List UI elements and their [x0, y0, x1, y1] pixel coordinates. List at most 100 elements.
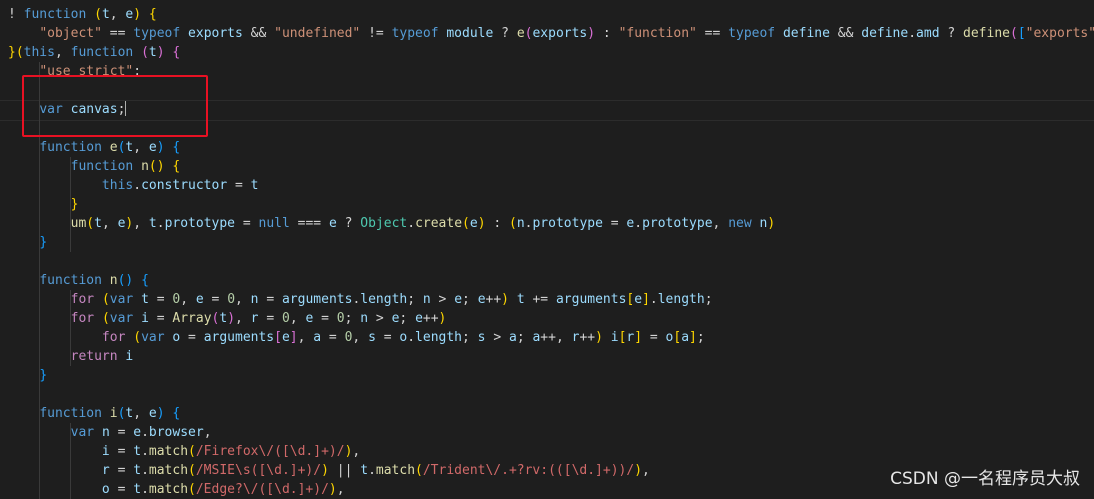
code-line[interactable]: } [0, 195, 79, 214]
code-line[interactable]: } [0, 366, 47, 385]
code-line[interactable]: um(t, e), t.prototype = null === e ? Obj… [0, 214, 776, 233]
code-token: == [101, 26, 134, 41]
code-token: for [70, 292, 95, 307]
code-token: n [360, 311, 369, 326]
code-token: t [250, 178, 259, 193]
code-token: var [109, 311, 134, 326]
code-token: t [148, 216, 157, 231]
code-token: ] [642, 292, 650, 307]
code-token: ) [501, 292, 509, 307]
code-token: . [368, 463, 376, 478]
code-token: ++, [540, 330, 572, 345]
code-line[interactable]: ! function (t, e) { [0, 5, 157, 24]
code-line[interactable]: return i [0, 347, 134, 366]
code-token: arguments [203, 330, 275, 345]
code-token: || [328, 463, 361, 478]
code-token: = [148, 311, 173, 326]
code-token: ++ [422, 311, 439, 326]
code-token: . [141, 425, 149, 440]
code-line[interactable]: } [0, 233, 47, 252]
code-token: ? [493, 26, 517, 41]
code-token: 0 [281, 311, 290, 326]
code-token: ) [156, 45, 165, 60]
code-token: = [642, 330, 666, 345]
code-token: . [407, 216, 416, 231]
code-token: return [70, 349, 118, 364]
code-line[interactable]: function n() { [0, 157, 181, 176]
code-line[interactable]: function e(t, e) { [0, 138, 180, 157]
code-token: t [148, 45, 157, 60]
code-token: === [289, 216, 329, 231]
code-editor[interactable]: ! function (t, e) { "object" == typeof e… [0, 0, 1094, 499]
code-token: function [70, 45, 134, 60]
code-token: += [524, 292, 556, 307]
code-line[interactable]: function n() { [0, 271, 149, 290]
code-token: [ [1017, 26, 1026, 41]
code-token: ++ [579, 330, 596, 345]
code-line[interactable]: }(this, function (t) { [0, 43, 180, 62]
code-token: != [360, 26, 392, 41]
code-token: a [681, 330, 690, 345]
code-token: { [172, 406, 181, 421]
code-line[interactable]: for (var o = arguments[e], a = 0, s = o.… [0, 328, 705, 347]
code-line[interactable]: function i(t, e) { [0, 404, 180, 423]
code-token: ( [1009, 26, 1018, 41]
code-line[interactable] [0, 385, 8, 404]
code-token: . [133, 178, 142, 193]
code-token: s [368, 330, 376, 345]
code-token: { [148, 7, 157, 22]
code-token: null [258, 216, 290, 231]
code-token: = [602, 216, 627, 231]
code-token: match [148, 444, 189, 459]
code-token: = [313, 311, 337, 326]
code-token: um [70, 216, 87, 231]
code-line[interactable] [0, 81, 8, 100]
code-line[interactable]: o = t.match(/Edge?\/([\d.]+)/), [0, 480, 345, 499]
code-token: = [109, 463, 134, 478]
code-line[interactable]: this.constructor = t [0, 176, 259, 195]
code-token: constructor [141, 178, 228, 193]
code-token: /Trident\/.+?rv:(([\d.]+))/ [422, 463, 635, 478]
code-line[interactable]: i = t.match(/Firefox\/([\d.]+)/), [0, 442, 360, 461]
code-token: length [415, 330, 463, 345]
code-token: e [281, 330, 290, 345]
code-token: , [642, 463, 650, 478]
code-token: t [133, 444, 142, 459]
code-token: prototype [532, 216, 603, 231]
code-token: ( [101, 311, 110, 326]
code-line[interactable]: var n = e.browser, [0, 423, 212, 442]
code-token: match [148, 482, 189, 497]
code-token: exports [532, 26, 588, 41]
code-token: . [649, 292, 658, 307]
code-token: ) [133, 7, 142, 22]
code-token: e [195, 292, 204, 307]
code-token: e [148, 140, 157, 155]
code-line[interactable]: for (var i = Array(t), r = 0, e = 0; n >… [0, 309, 447, 328]
code-line[interactable]: "object" == typeof exports && "undefined… [0, 24, 1094, 43]
code-token: define [861, 26, 909, 41]
code-token: ] [689, 330, 697, 345]
code-token: && [829, 26, 862, 41]
code-line[interactable]: r = t.match(/MSIE\s([\d.]+)/) || t.match… [0, 461, 650, 480]
code-token: 0 [336, 311, 345, 326]
code-token: . [141, 444, 149, 459]
code-token: && [242, 26, 275, 41]
code-token: "exports" [1025, 26, 1094, 41]
code-line[interactable] [0, 119, 8, 138]
code-token: , [101, 216, 118, 231]
code-token: ( [101, 292, 110, 307]
code-token: , [352, 330, 369, 345]
code-token: ( [94, 7, 102, 22]
code-token: t [133, 482, 142, 497]
code-token: ; [462, 292, 478, 307]
code-token: ) [767, 216, 776, 231]
code-line[interactable]: for (var t = 0, e = 0, n = arguments.len… [0, 290, 713, 309]
code-token: i [141, 311, 149, 326]
code-token: = [148, 292, 173, 307]
code-line[interactable] [0, 252, 8, 271]
